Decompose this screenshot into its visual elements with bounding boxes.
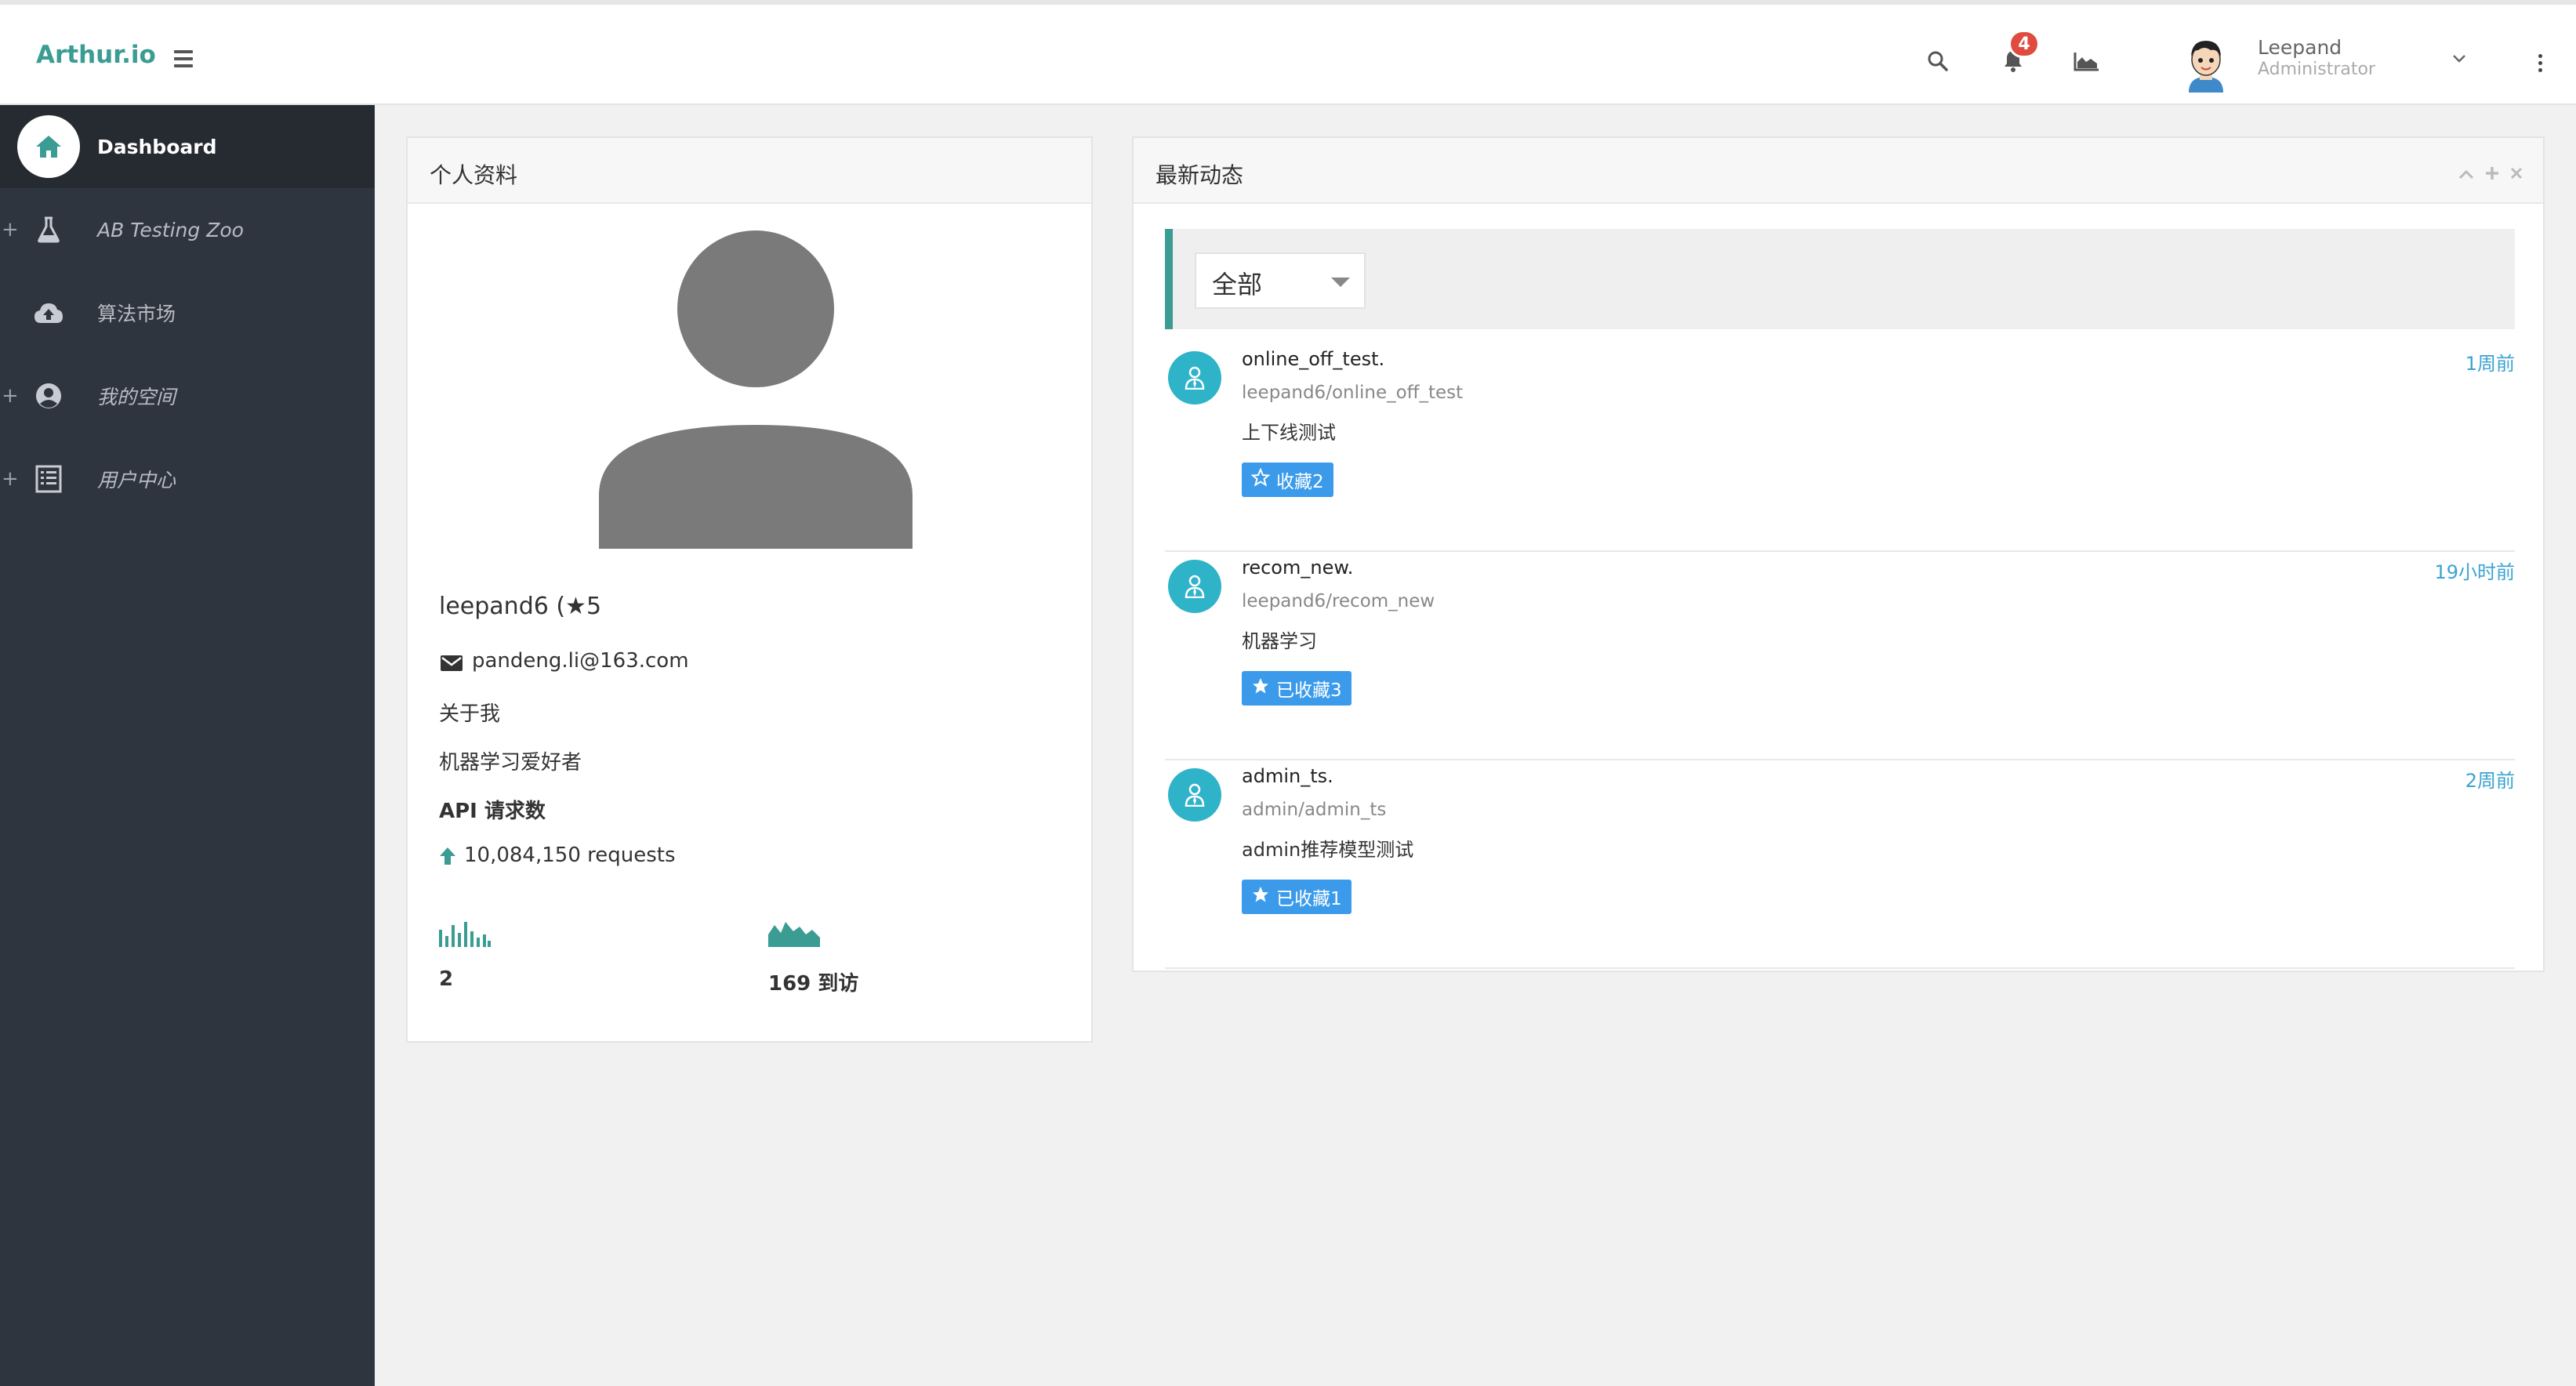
feed-title[interactable]: online_off_test. — [1242, 348, 1384, 370]
close-icon[interactable] — [2510, 167, 2523, 183]
feed-description: admin推荐模型测试 — [1242, 839, 1414, 861]
star-outline-icon — [1250, 467, 1271, 492]
plus-icon[interactable] — [2485, 166, 2499, 183]
chevron-up-icon[interactable] — [2458, 168, 2474, 183]
filter-dropdown[interactable]: 全部 — [1195, 252, 1366, 309]
feed-item: online_off_test. leepand6/online_off_tes… — [1165, 345, 2515, 552]
favorite-button[interactable]: 已收藏1 — [1242, 880, 1351, 914]
favorite-button[interactable]: 已收藏3 — [1242, 671, 1351, 706]
search-icon[interactable] — [1914, 38, 1961, 85]
envelope-icon — [441, 655, 463, 674]
panel-title: 个人资料 — [430, 162, 518, 188]
bar-chart-icon — [439, 919, 491, 950]
panel-title: 最新动态 — [1156, 162, 1244, 188]
home-icon — [17, 115, 80, 178]
top-bar: Arthur.io 4 Leepand Administrator — [0, 0, 2576, 105]
notification-bell-icon[interactable]: 4 — [1990, 30, 2040, 85]
profile-email: pandeng.li@163.com — [472, 649, 689, 673]
feed-time: 1周前 — [2465, 353, 2515, 375]
favorite-label: 已收藏1 — [1276, 889, 1342, 909]
feed-title[interactable]: admin_ts. — [1242, 765, 1333, 787]
user-tie-icon — [1168, 768, 1221, 822]
favorite-label: 收藏2 — [1276, 472, 1324, 492]
feed-path: leepand6/recom_new — [1242, 591, 1435, 611]
activity-panel: 最新动态 全部 online_off_test. leepand6/online… — [1132, 136, 2545, 972]
sidebar-item-user-center[interactable]: + 用户中心 — [0, 437, 375, 521]
profile-name: leepand6 (★5 — [439, 593, 602, 620]
star-filled-icon — [1251, 677, 1270, 700]
filter-selected-value: 全部 — [1212, 270, 1263, 299]
user-avatar[interactable] — [2182, 34, 2230, 93]
feed-time: 2周前 — [2465, 770, 2515, 792]
menu-toggle-icon[interactable] — [174, 50, 193, 71]
feed-path: admin/admin_ts — [1242, 800, 1387, 820]
feed-item: recom_new. leepand6/recom_new 机器学习 19小时前… — [1165, 553, 2515, 760]
mountain-chart-icon — [768, 919, 820, 950]
user-role: Administrator — [2258, 60, 2375, 79]
api-requests-count: 10,084,150 requests — [464, 844, 676, 867]
feed-title[interactable]: recom_new. — [1242, 557, 1353, 579]
feed-item: admin_ts. admin/admin_ts admin推荐模型测试 2周前… — [1165, 762, 2515, 969]
caret-down-icon — [1331, 278, 1350, 287]
sidebar-item-label: 算法市场 — [97, 303, 176, 325]
feed-path: leepand6/online_off_test — [1242, 383, 1464, 403]
expand-plus-icon[interactable]: + — [2, 467, 19, 491]
user-circle-icon — [30, 377, 67, 415]
expand-plus-icon[interactable]: + — [2, 218, 19, 241]
expand-plus-icon[interactable]: + — [2, 384, 19, 408]
list-icon — [30, 460, 67, 498]
profile-panel: 个人资料 leepand6 (★5 pandeng.li@163.com 关于我… — [406, 136, 1093, 1043]
feed-time: 19小时前 — [2434, 561, 2515, 583]
panel-header: 最新动态 — [1134, 138, 2543, 204]
sidebar-item-my-space[interactable]: + 我的空间 — [0, 354, 375, 437]
sidebar-item-ab-testing-zoo[interactable]: + AB Testing Zoo — [0, 188, 375, 271]
star-filled-icon — [1251, 885, 1270, 909]
filter-bar: 全部 — [1165, 229, 2515, 329]
area-chart-icon[interactable] — [2063, 38, 2110, 85]
brand-logo[interactable]: Arthur.io — [36, 41, 156, 69]
sidebar-item-label: Dashboard — [97, 135, 217, 158]
default-avatar-icon — [597, 229, 914, 549]
favorite-label: 已收藏3 — [1276, 680, 1342, 701]
notification-badge: 4 — [2008, 30, 2040, 58]
about-heading: 关于我 — [439, 702, 501, 726]
chevron-down-icon[interactable] — [2452, 52, 2466, 67]
feed-description: 上下线测试 — [1242, 422, 1336, 444]
panel-header: 个人资料 — [408, 138, 1091, 204]
sidebar-item-label: AB Testing Zoo — [97, 218, 244, 241]
stat-value: 2 — [439, 967, 454, 991]
api-requests-heading: API 请求数 — [439, 800, 546, 823]
user-name[interactable]: Leepand — [2258, 36, 2342, 59]
user-tie-icon — [1168, 560, 1221, 613]
user-tie-icon — [1168, 351, 1221, 405]
about-text: 机器学习爱好者 — [439, 751, 582, 775]
sidebar-item-dashboard[interactable]: Dashboard — [0, 105, 375, 188]
stat-visits: 169 到访 — [768, 972, 859, 996]
flask-icon — [30, 211, 67, 249]
favorite-button[interactable]: 收藏2 — [1242, 463, 1333, 497]
cloud-upload-icon — [30, 294, 67, 332]
arrow-up-icon — [439, 847, 456, 869]
more-options-icon[interactable] — [2516, 39, 2563, 86]
sidebar-item-label: 我的空间 — [97, 386, 176, 408]
sidebar-item-algorithm-market[interactable]: 算法市场 — [0, 271, 375, 354]
feed-description: 机器学习 — [1242, 630, 1317, 652]
sidebar: Dashboard + AB Testing Zoo 算法市场 + 我的空间 +… — [0, 105, 375, 1386]
sidebar-item-label: 用户中心 — [97, 469, 176, 492]
